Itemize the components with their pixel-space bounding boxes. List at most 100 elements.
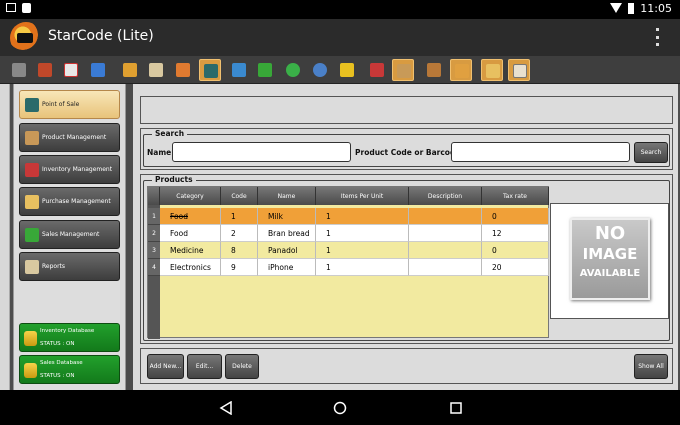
app-notification-icon	[22, 3, 31, 13]
app-title: StarCode (Lite)	[48, 28, 154, 44]
name-label: Name	[147, 148, 172, 157]
logout-door-icon[interactable]	[34, 59, 56, 81]
add-new-button[interactable]: Add New...	[147, 354, 184, 379]
table-row[interactable]: Food 1 Milk 1 0	[160, 208, 549, 225]
column-header-items-per-unit[interactable]: Items Per Unit	[316, 187, 409, 205]
sidebar-item-label: Purchase Management	[42, 198, 111, 205]
show-all-button[interactable]: Show All	[634, 354, 668, 379]
no-image-line2: IMAGE	[582, 245, 638, 263]
products-icon	[25, 162, 39, 177]
column-header-code[interactable]: Code	[221, 187, 258, 205]
overflow-menu-icon[interactable]	[654, 28, 660, 46]
cell-category: Electronics	[160, 259, 221, 276]
no-image-line3: AVAILABLE	[579, 268, 641, 279]
exit-icon[interactable]	[8, 59, 30, 81]
cell-items-per-unit: 1	[316, 259, 409, 276]
cell-description	[409, 242, 482, 259]
sidebar-item-point-of-sale[interactable]: Point of Sale	[19, 90, 120, 119]
app-logo-icon	[10, 22, 42, 54]
database-status: STATUS : ON	[40, 341, 75, 347]
name-input[interactable]	[172, 142, 351, 162]
basket-icon[interactable]	[423, 59, 445, 81]
edit-button[interactable]: Edit...	[187, 354, 222, 379]
row-number: 2	[148, 225, 160, 242]
left-edge-strip	[0, 84, 10, 390]
document-icon[interactable]	[145, 59, 167, 81]
document-icon	[25, 259, 39, 274]
image-notification-icon	[6, 3, 16, 12]
cell-tax-rate: 0	[482, 242, 549, 259]
sidebar-item-label: Inventory Management	[42, 166, 113, 173]
coins-icon[interactable]	[336, 59, 358, 81]
database-status: STATUS : ON	[40, 373, 75, 379]
cell-name: iPhone	[258, 259, 316, 276]
battery-icon	[628, 3, 634, 14]
back-icon[interactable]	[219, 401, 233, 415]
cell-code: 1	[221, 208, 258, 225]
products-icon[interactable]	[366, 59, 388, 81]
cell-items-per-unit: 1	[316, 225, 409, 242]
code-barcode-input[interactable]	[451, 142, 630, 162]
sidebar-item-purchase-management[interactable]: Purchase Management	[19, 187, 120, 216]
edit-form-icon[interactable]	[508, 59, 530, 81]
row-number: 4	[148, 259, 160, 276]
growth-chart-icon[interactable]	[254, 59, 276, 81]
action-bar: StarCode (Lite)	[0, 19, 680, 56]
cell-name: Panadol	[258, 242, 316, 259]
user-chart-icon[interactable]	[228, 59, 250, 81]
code-label: Product Code or Barcode	[355, 148, 461, 157]
row-number: 1	[148, 208, 160, 225]
sidebar-item-label: Product Management	[42, 134, 107, 141]
home-icon[interactable]	[87, 59, 109, 81]
sidebar-item-label: Sales Management	[42, 231, 100, 238]
home-circle-icon[interactable]	[333, 401, 347, 415]
sidebar-item-inventory-management[interactable]: Inventory Management	[19, 155, 120, 184]
refresh-icon[interactable]	[282, 59, 304, 81]
product-image-box[interactable]: NO IMAGE AVAILABLE	[550, 203, 669, 319]
delete-button[interactable]: Delete	[225, 354, 259, 379]
sidebar-item-sales-management[interactable]: Sales Management	[19, 220, 120, 249]
cell-category: Medicine	[160, 242, 221, 259]
cell-category: Food	[160, 208, 221, 225]
sidebar-item-product-management[interactable]: Product Management	[19, 123, 120, 152]
sidebar-item-reports[interactable]: Reports	[19, 252, 120, 281]
dashboard-icon[interactable]	[60, 59, 82, 81]
column-header-name[interactable]: Name	[258, 187, 316, 205]
database-label: Inventory Database	[40, 328, 95, 334]
database-icon	[24, 331, 37, 346]
toolbar	[0, 56, 680, 84]
notes-icon[interactable]	[481, 59, 503, 81]
settings-gear-icon[interactable]	[309, 59, 331, 81]
inventory-database-status[interactable]: Inventory Database STATUS : ON	[19, 323, 120, 352]
table-row[interactable]: Electronics 9 iPhone 1 20	[160, 259, 549, 276]
column-header-description[interactable]: Description	[409, 187, 482, 205]
table-row[interactable]: Food 2 Bran bread 1 12	[160, 225, 549, 242]
cash-register-icon	[25, 97, 39, 112]
hierarchy-icon[interactable]	[119, 59, 141, 81]
cell-code: 2	[221, 225, 258, 242]
sidebar: Point of Sale Product Management Invento…	[13, 84, 126, 390]
sales-database-status[interactable]: Sales Database STATUS : ON	[19, 355, 120, 384]
row-number: 3	[148, 242, 160, 259]
cell-description	[409, 259, 482, 276]
no-image-placeholder: NO IMAGE AVAILABLE	[570, 218, 650, 300]
search-group-title: Search	[152, 129, 188, 138]
boxes-icon[interactable]	[392, 59, 414, 81]
package-icon[interactable]	[450, 59, 472, 81]
database-label: Sales Database	[40, 360, 83, 366]
users-icon[interactable]	[172, 59, 194, 81]
cash-register-icon[interactable]	[199, 59, 221, 81]
table-row[interactable]: Medicine 8 Panadol 1 0	[160, 242, 549, 259]
growth-chart-icon	[25, 227, 39, 242]
recents-icon[interactable]	[449, 401, 463, 415]
column-header-tax-rate[interactable]: Tax rate	[482, 187, 549, 205]
products-group-title: Products	[152, 175, 196, 184]
cell-code: 9	[221, 259, 258, 276]
no-image-line1: NO	[594, 223, 626, 244]
column-header-category[interactable]: Category	[160, 187, 221, 205]
cell-category: Food	[160, 225, 221, 242]
search-button[interactable]: Search	[634, 142, 668, 163]
info-panel	[140, 96, 673, 124]
cell-code: 8	[221, 242, 258, 259]
cell-name: Milk	[258, 208, 316, 225]
